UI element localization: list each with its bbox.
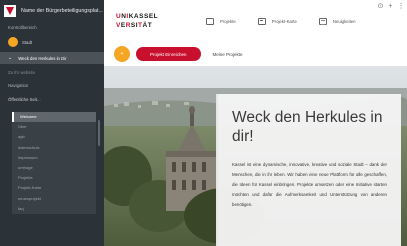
sidebar-item-label: Stadt [22, 39, 33, 45]
sidebar-subitem-projekt-karte[interactable]: Projekt-Karte [12, 183, 96, 193]
sidebar-subitem-welcome[interactable]: Welcome [12, 112, 96, 123]
chevron-down-icon: ⌄ [8, 55, 13, 61]
sidebar-item-active[interactable]: ⌄ Weck den Herkules in Dir [0, 52, 104, 64]
sidebar-subitem-ueber[interactable]: Über [12, 122, 96, 132]
uni-kassel-logo[interactable]: UNIKASSEL VERSITÄT [116, 12, 176, 30]
add-circle-button[interactable]: + [114, 46, 130, 62]
nav-label: Projekt-Karte [271, 19, 297, 24]
sidebar-item-label: Weck den Herkules in Dir [18, 55, 67, 61]
sidebar-subitem-faq[interactable]: faq [12, 204, 96, 214]
news-icon [318, 18, 327, 25]
map-icon [257, 18, 266, 25]
more-icon[interactable]: ⋮ [397, 2, 404, 10]
card-accent [216, 94, 218, 246]
sidebar-subitem-agb[interactable]: agb [12, 132, 96, 142]
sidebar-item-stadt[interactable]: Stadt [0, 34, 104, 50]
nav-label: Projekte [220, 19, 236, 24]
nav-neuigkeiten[interactable]: Neuigkeiten [318, 18, 356, 25]
sidebar-header[interactable]: Name der Bürgerbeteiligungsplat... [0, 0, 104, 22]
hero-title: Weck den Herkules in dir! [232, 109, 383, 145]
sidebar: Name der Bürgerbeteiligungsplat... Kontr… [0, 0, 104, 246]
sidebar-subitem-projekte[interactable]: Projekte [12, 173, 96, 183]
site-title: Name der Bürgerbeteiligungsplat... [21, 8, 103, 14]
top-toolbar: ⊙ + ⋮ [375, 0, 407, 12]
sidebar-item-public[interactable]: Öffentliche Seit... [0, 92, 104, 106]
hero-text: Kassel ist eine dynamische, innovative, … [232, 162, 387, 207]
logo-line-2: VERSITÄT [116, 22, 153, 29]
hero-section: Weck den Herkules in dir! Kassel ist ein… [104, 66, 407, 246]
nav-projekte[interactable]: Projekte [206, 18, 236, 25]
plus-icon[interactable]: + [388, 3, 392, 10]
top-navigation: Projekte Projekt-Karte Neuigkeiten [206, 18, 378, 25]
folder-icon [206, 18, 214, 25]
main-content: ⊙ + ⋮ UNIKASSEL VERSITÄT Projekte Projek… [104, 0, 407, 246]
sidebar-subitem-impressum[interactable]: impressum [12, 153, 96, 163]
sidebar-subitem-neuesprojekt[interactable]: neuesprojekt [12, 194, 96, 204]
sidebar-item-website[interactable]: Zu Ihr website [0, 64, 104, 80]
sidebar-section-kontroll: Kontrollbereich [8, 25, 37, 30]
hero-card: Weck den Herkules in dir! Kassel ist ein… [216, 94, 401, 246]
nav-projekt-karte[interactable]: Projekt-Karte [257, 18, 297, 25]
submit-project-button[interactable]: Projekt Einreichen [136, 47, 201, 61]
sidebar-submenu: Welcome Über agb datenschutz impressum u… [12, 112, 96, 214]
sidebar-subitem-umfrage[interactable]: umfrage [12, 163, 96, 173]
action-bar: + Projekt Einreichen Meine Projekte [104, 42, 407, 66]
sidebar-section-navigation: Navigation [8, 83, 29, 88]
nav-label: Neuigkeiten [332, 19, 356, 24]
avatar [8, 37, 18, 47]
info-icon[interactable]: ⊙ [378, 2, 384, 10]
my-projects-link[interactable]: Meine Projekte [213, 52, 243, 57]
site-logo-icon [4, 5, 16, 17]
sidebar-scrollbar[interactable] [98, 120, 100, 146]
logo-line-1: UNIKASSEL [116, 13, 159, 20]
sidebar-subitem-datenschutz[interactable]: datenschutz [12, 143, 96, 153]
